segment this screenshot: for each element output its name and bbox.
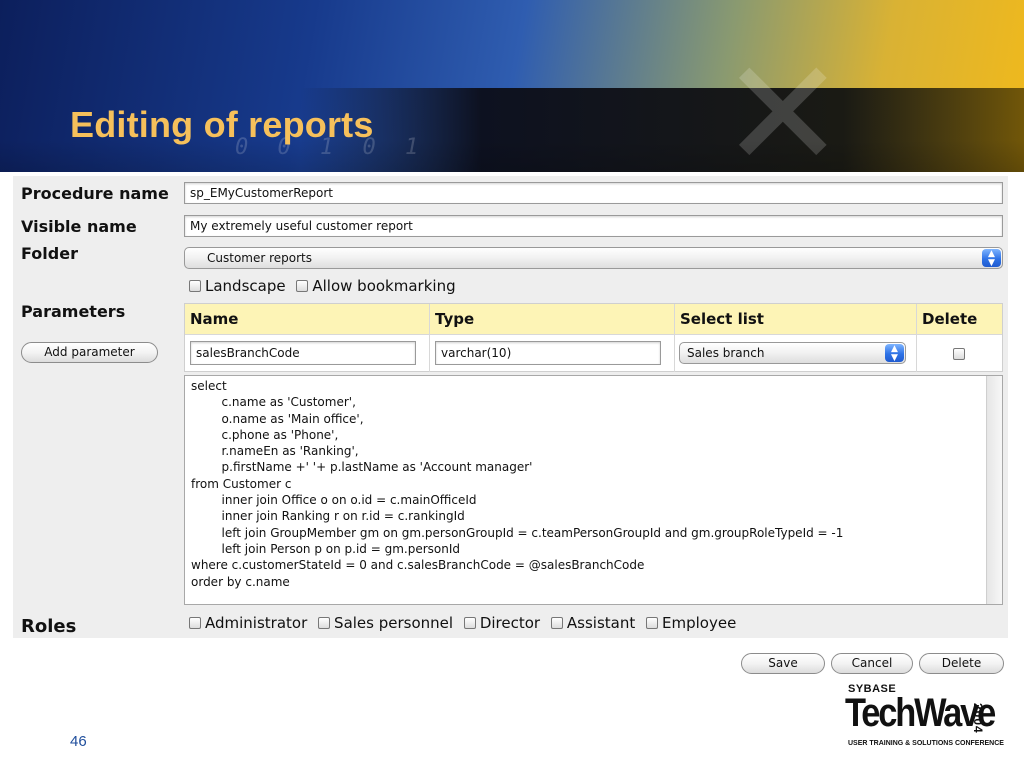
report-editor-form: Procedure name sp_EMyCustomerReport Visi… (13, 176, 1008, 638)
select-arrows-icon: ▲ ▼ (885, 344, 904, 363)
column-header-type: Type (430, 304, 675, 334)
techwave-logo: SYBASE TechWave 2004 USER TRAINING & SOL… (845, 683, 1005, 753)
table-row: salesBranchCode (185, 334, 430, 372)
column-header-select-list: Select list (675, 304, 917, 334)
role-administrator-option[interactable]: Administrator (189, 614, 307, 632)
role-label: Sales personnel (334, 614, 454, 632)
role-label: Employee (662, 614, 737, 632)
parameter-type-cell: varchar(10) (430, 334, 675, 372)
visible-name-label: Visible name (21, 217, 137, 236)
parameter-delete-cell (917, 334, 1002, 372)
parameters-table: Name Type Select list Delete salesBranch… (184, 303, 1003, 372)
parameter-select-list-value: Sales branch (687, 346, 765, 360)
landscape-option[interactable]: Landscape (189, 277, 286, 295)
role-label: Assistant (566, 614, 636, 632)
role-assistant-option[interactable]: Assistant (550, 614, 636, 632)
parameter-delete-checkbox[interactable] (953, 348, 965, 360)
role-sales-personnel-option[interactable]: Sales personnel (318, 614, 453, 632)
allow-bookmarking-checkbox[interactable] (296, 279, 309, 292)
sql-scrollbar[interactable] (986, 376, 1002, 604)
role-assistant-checkbox[interactable] (550, 616, 563, 629)
parameter-select-list-cell: Sales branch ▲ ▼ (675, 334, 917, 372)
parameter-name-input[interactable]: salesBranchCode (190, 341, 416, 365)
landscape-checkbox[interactable] (189, 279, 201, 292)
add-parameter-button[interactable]: Add parameter (21, 342, 158, 363)
role-employee-option[interactable]: Employee (646, 614, 736, 632)
parameter-type-input[interactable]: varchar(10) (435, 341, 661, 365)
slide-title: Editing of reports (70, 104, 374, 145)
role-employee-checkbox[interactable] (646, 616, 659, 629)
allow-bookmarking-label: Allow bookmarking (312, 277, 456, 295)
delete-button[interactable]: Delete (919, 653, 1004, 674)
logo-tagline: USER TRAINING & SOLUTIONS CONFERENCE (848, 740, 1004, 747)
roles-label: Roles (21, 616, 77, 637)
folder-select[interactable]: Customer reports ▲ ▼ (184, 247, 1003, 269)
folder-label: Folder (21, 244, 78, 263)
save-button[interactable]: Save (741, 653, 825, 674)
procedure-name-input[interactable]: sp_EMyCustomerReport (184, 182, 1003, 204)
role-director-checkbox[interactable] (463, 616, 476, 629)
role-label: Administrator (205, 614, 308, 632)
sql-editor[interactable]: select c.name as 'Customer', o.name as '… (184, 375, 1003, 605)
parameters-label: Parameters (21, 302, 126, 321)
allow-bookmarking-option[interactable]: Allow bookmarking (296, 277, 456, 295)
page-number: 46 (70, 733, 87, 750)
role-sales-personnel-checkbox[interactable] (318, 616, 331, 629)
column-header-name: Name (185, 304, 430, 334)
landscape-label: Landscape (205, 277, 286, 295)
parameter-select-list-dropdown[interactable]: Sales branch ▲ ▼ (679, 342, 906, 364)
role-label: Director (479, 614, 541, 632)
folder-select-value: Customer reports (207, 251, 313, 265)
options-row: Landscape Allow bookmarking (189, 277, 462, 295)
roles-row: Administrator Sales personnel Director A… (189, 614, 742, 632)
visible-name-input[interactable]: My extremely useful customer report (184, 215, 1003, 237)
cancel-button[interactable]: Cancel (831, 653, 913, 674)
procedure-name-label: Procedure name (21, 184, 169, 203)
column-header-delete: Delete (917, 304, 1002, 334)
slide-banner: 0 0 1 0 1 ✕ (0, 0, 1024, 172)
sql-text[interactable]: select c.name as 'Customer', o.name as '… (185, 376, 1002, 590)
role-administrator-checkbox[interactable] (189, 616, 201, 629)
select-arrows-icon: ▲ ▼ (982, 249, 1001, 268)
logo-year: 2004 (971, 703, 985, 734)
role-director-option[interactable]: Director (463, 614, 541, 632)
